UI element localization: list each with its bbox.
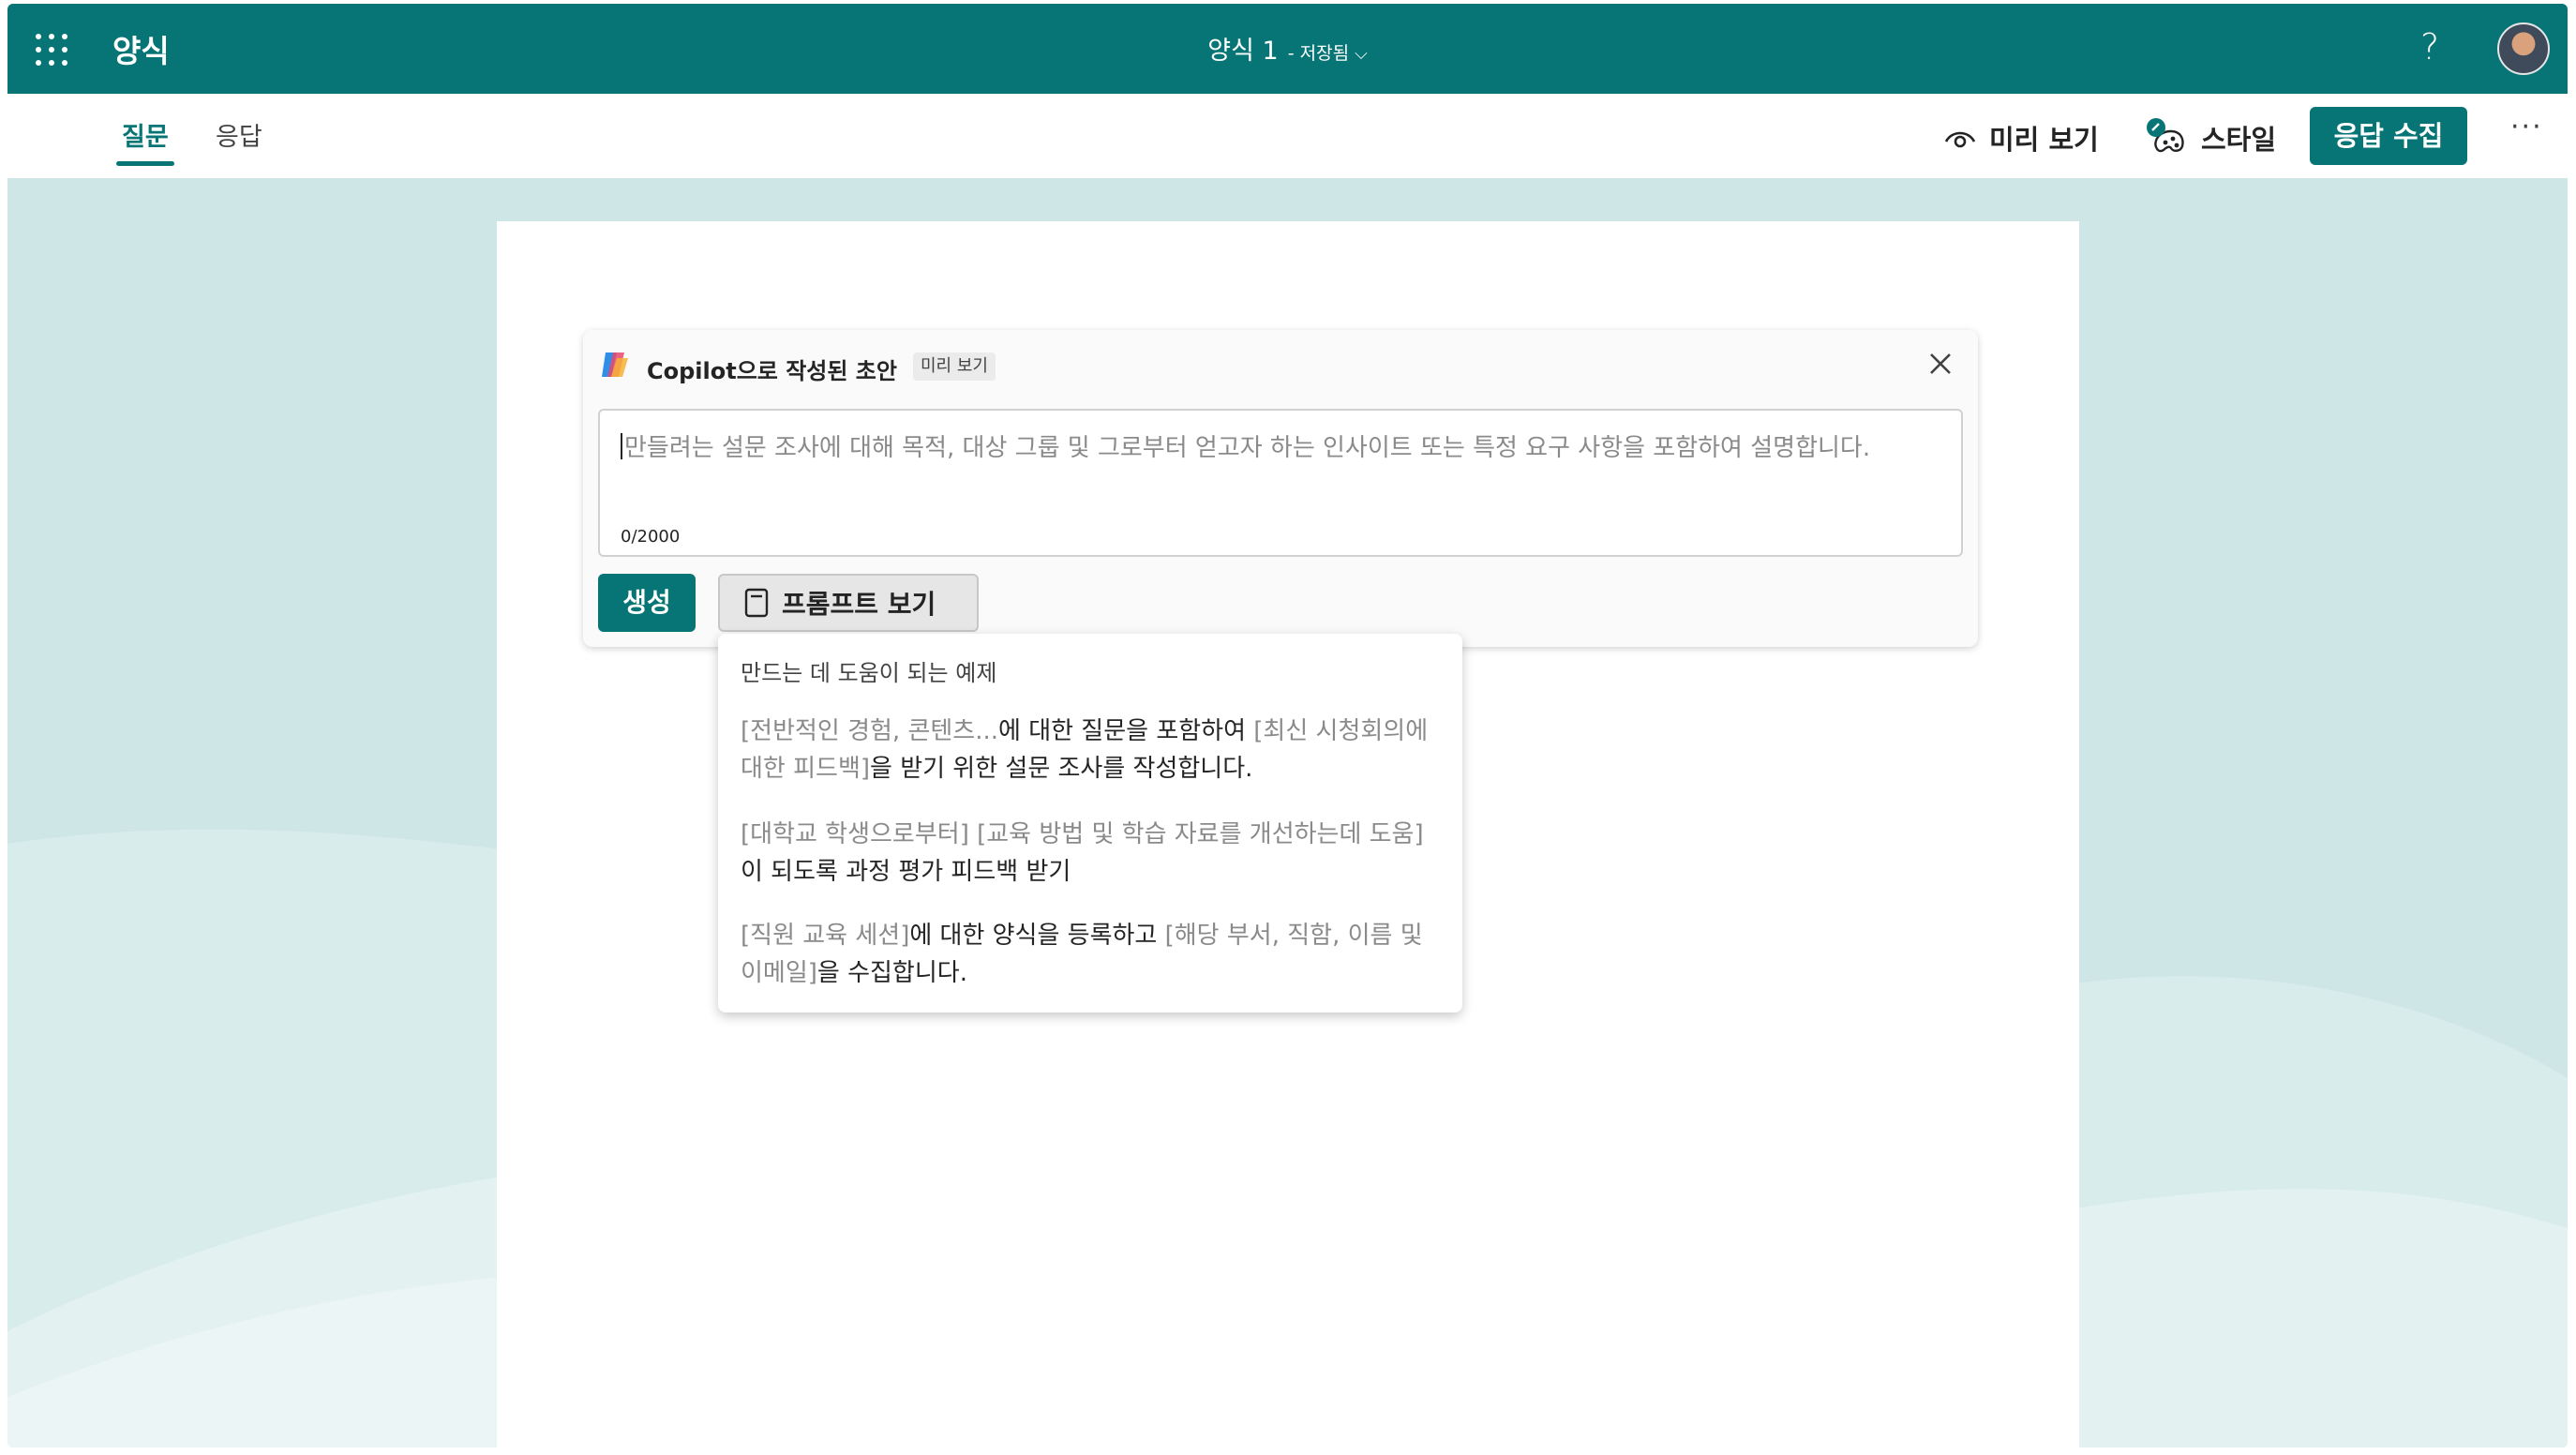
style-button[interactable]: 스타일 <box>2143 118 2276 158</box>
preview-badge: 미리 보기 <box>913 352 996 381</box>
command-bar: 질문 응답 미리 보기 스타일 응답 수집 ··· <box>7 94 2568 178</box>
copilot-title: Copilot으로 작성된 초안 <box>647 358 897 384</box>
example-placeholder: [대학교 학생으로부터] <box>741 820 978 848</box>
example-text: 에 대한 질문을 포함하여 <box>998 717 1254 745</box>
style-label: 스타일 <box>2201 124 2277 156</box>
example-placeholder: [직원 교육 세션] <box>741 922 910 950</box>
example-text: 이 되도록 과정 평가 피드백 받기 <box>741 858 1071 886</box>
prompt-textarea[interactable]: 만들려는 설문 조사에 대해 목적, 대상 그룹 및 그로부터 얻고자 하는 인… <box>598 409 1963 557</box>
avatar[interactable] <box>2497 22 2550 75</box>
example-text: 을 수집합니다. <box>816 959 967 987</box>
close-icon[interactable] <box>1925 349 1955 379</box>
collect-responses-button[interactable]: 응답 수집 <box>2310 107 2467 165</box>
help-icon[interactable]: ? <box>2420 26 2439 68</box>
example-placeholder: [교육 방법 및 학습 자료를 개선하는데 도움] <box>977 820 1424 848</box>
example-text: 에 대한 양식을 등록하고 <box>909 922 1165 950</box>
top-bar: 양식 양식 1- 저장됨 ⌵ ? <box>7 4 2568 94</box>
eye-icon <box>1944 131 1976 148</box>
example-text: 을 받기 위한 설문 조사를 작성합니다. <box>870 755 1253 783</box>
save-status: - 저장됨 <box>1287 43 1350 64</box>
document-title-text: 양식 1 <box>1207 37 1279 66</box>
palette-icon <box>2147 118 2184 153</box>
view-prompts-label: 프롬프트 보기 <box>782 589 936 620</box>
examples-heading: 만드는 데 도움이 되는 예제 <box>741 660 997 686</box>
example-item[interactable]: [직원 교육 세션]에 대한 양식을 등록하고 [해당 부서, 직함, 이름 및… <box>741 917 1444 992</box>
more-options-icon[interactable]: ··· <box>2510 111 2543 143</box>
copilot-icon <box>602 352 628 377</box>
example-placeholder: [전반적인 경험, 콘텐츠... <box>741 717 999 745</box>
notebook-icon <box>744 588 769 618</box>
example-item[interactable]: [대학교 학생으로부터] [교육 방법 및 학습 자료를 개선하는데 도움] 이 … <box>741 816 1444 891</box>
view-prompts-button[interactable]: 프롬프트 보기 <box>718 574 979 632</box>
preview-button[interactable]: 미리 보기 <box>1944 118 2099 158</box>
tab-questions[interactable]: 질문 <box>116 116 174 166</box>
document-title[interactable]: 양식 1 - 저장됨 ⌵ <box>7 30 2568 67</box>
prompt-examples-menu: 만드는 데 도움이 되는 예제 [전반적인 경험, 콘텐츠...에 대한 질문을… <box>718 634 1462 1012</box>
example-item[interactable]: [전반적인 경험, 콘텐츠...에 대한 질문을 포함하여 [최신 시청회의에 … <box>741 712 1444 788</box>
chevron-down-icon: ⌵ <box>1355 44 1368 64</box>
preview-label: 미리 보기 <box>1989 124 2099 156</box>
copilot-draft-panel: Copilot으로 작성된 초안 미리 보기 만들려는 설문 조사에 대해 목적… <box>583 330 1978 647</box>
character-counter: 0/2000 <box>621 527 681 547</box>
generate-button[interactable]: 생성 <box>598 574 696 632</box>
prompt-placeholder: 만들려는 설문 조사에 대해 목적, 대상 그룹 및 그로부터 얻고자 하는 인… <box>621 429 1942 467</box>
tab-responses[interactable]: 응답 <box>216 116 262 153</box>
